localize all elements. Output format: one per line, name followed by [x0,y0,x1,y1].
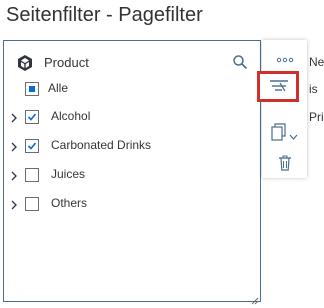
chevron-down-icon [289,128,298,146]
list-item-others[interactable]: Others [4,194,261,216]
copy-icon [271,123,287,146]
background-text: Ne [309,55,324,69]
checkbox-juices[interactable] [25,168,39,182]
list-item-label: Alle [48,81,69,95]
delete-button[interactable] [278,155,292,171]
filter-icon [269,79,289,100]
list-item-carbonated-drinks[interactable]: Carbonated Drinks [4,136,261,158]
more-options-button[interactable] [276,52,294,63]
resize-handle-icon[interactable] [251,292,259,305]
chevron-right-icon[interactable] [9,111,19,123]
filter-panel-header: Product [16,54,248,74]
list-item-juices[interactable]: Juices [4,165,261,187]
dimension-label: Product [44,55,89,70]
background-text: Pric [309,110,324,124]
select-all-checkbox[interactable] [25,82,39,96]
product-filter-panel: Product Alle Alcohol Carbonated Drinks J… [3,40,261,305]
filter-settings-button[interactable] [257,71,299,102]
chevron-right-icon[interactable] [9,198,19,210]
page: Seitenfilter - Pagefilter Product Alle A… [0,0,324,308]
background-text: is [309,82,318,96]
chevron-right-icon[interactable] [9,140,19,152]
chevron-right-icon[interactable] [9,169,19,181]
checkbox-carbonated-drinks[interactable] [25,139,39,153]
list-item-label: Juices [51,167,86,181]
list-item-alle[interactable]: Alle [4,79,261,101]
list-item-label: Carbonated Drinks [51,138,152,152]
checkbox-others[interactable] [25,197,39,211]
cube-icon [16,54,34,72]
list-item-label: Alcohol [51,109,91,123]
page-title: Seitenfilter - Pagefilter [6,4,203,26]
more-icon [276,52,294,69]
list-item-label: Others [51,196,88,210]
checkbox-alcohol[interactable] [25,110,39,124]
widget-toolbar [257,40,307,178]
trash-icon [278,155,292,175]
search-icon[interactable] [232,54,248,70]
copy-button[interactable] [271,123,301,143]
list-item-alcohol[interactable]: Alcohol [4,107,261,129]
